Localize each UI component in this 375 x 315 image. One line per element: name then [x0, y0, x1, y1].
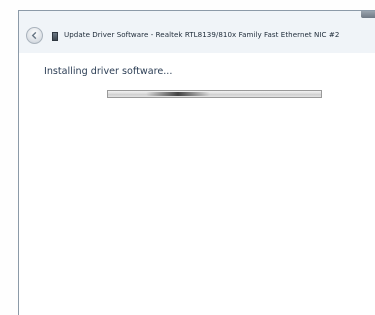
dialog-content: Installing driver software...	[19, 53, 375, 315]
title-bar: Update Driver Software - Realtek RTL8139…	[19, 21, 375, 53]
desktop: Update Driver Software - Realtek RTL8139…	[0, 0, 375, 315]
install-progress-bar	[107, 90, 322, 98]
update-driver-dialog: Update Driver Software - Realtek RTL8139…	[18, 10, 375, 315]
progress-marquee	[146, 92, 210, 96]
status-heading: Installing driver software...	[44, 66, 173, 77]
window-title: Update Driver Software - Realtek RTL8139…	[64, 30, 340, 39]
back-arrow-icon	[31, 31, 37, 40]
driver-device-icon	[52, 32, 58, 41]
back-button[interactable]	[26, 27, 43, 44]
window-close-control[interactable]	[361, 11, 375, 18]
